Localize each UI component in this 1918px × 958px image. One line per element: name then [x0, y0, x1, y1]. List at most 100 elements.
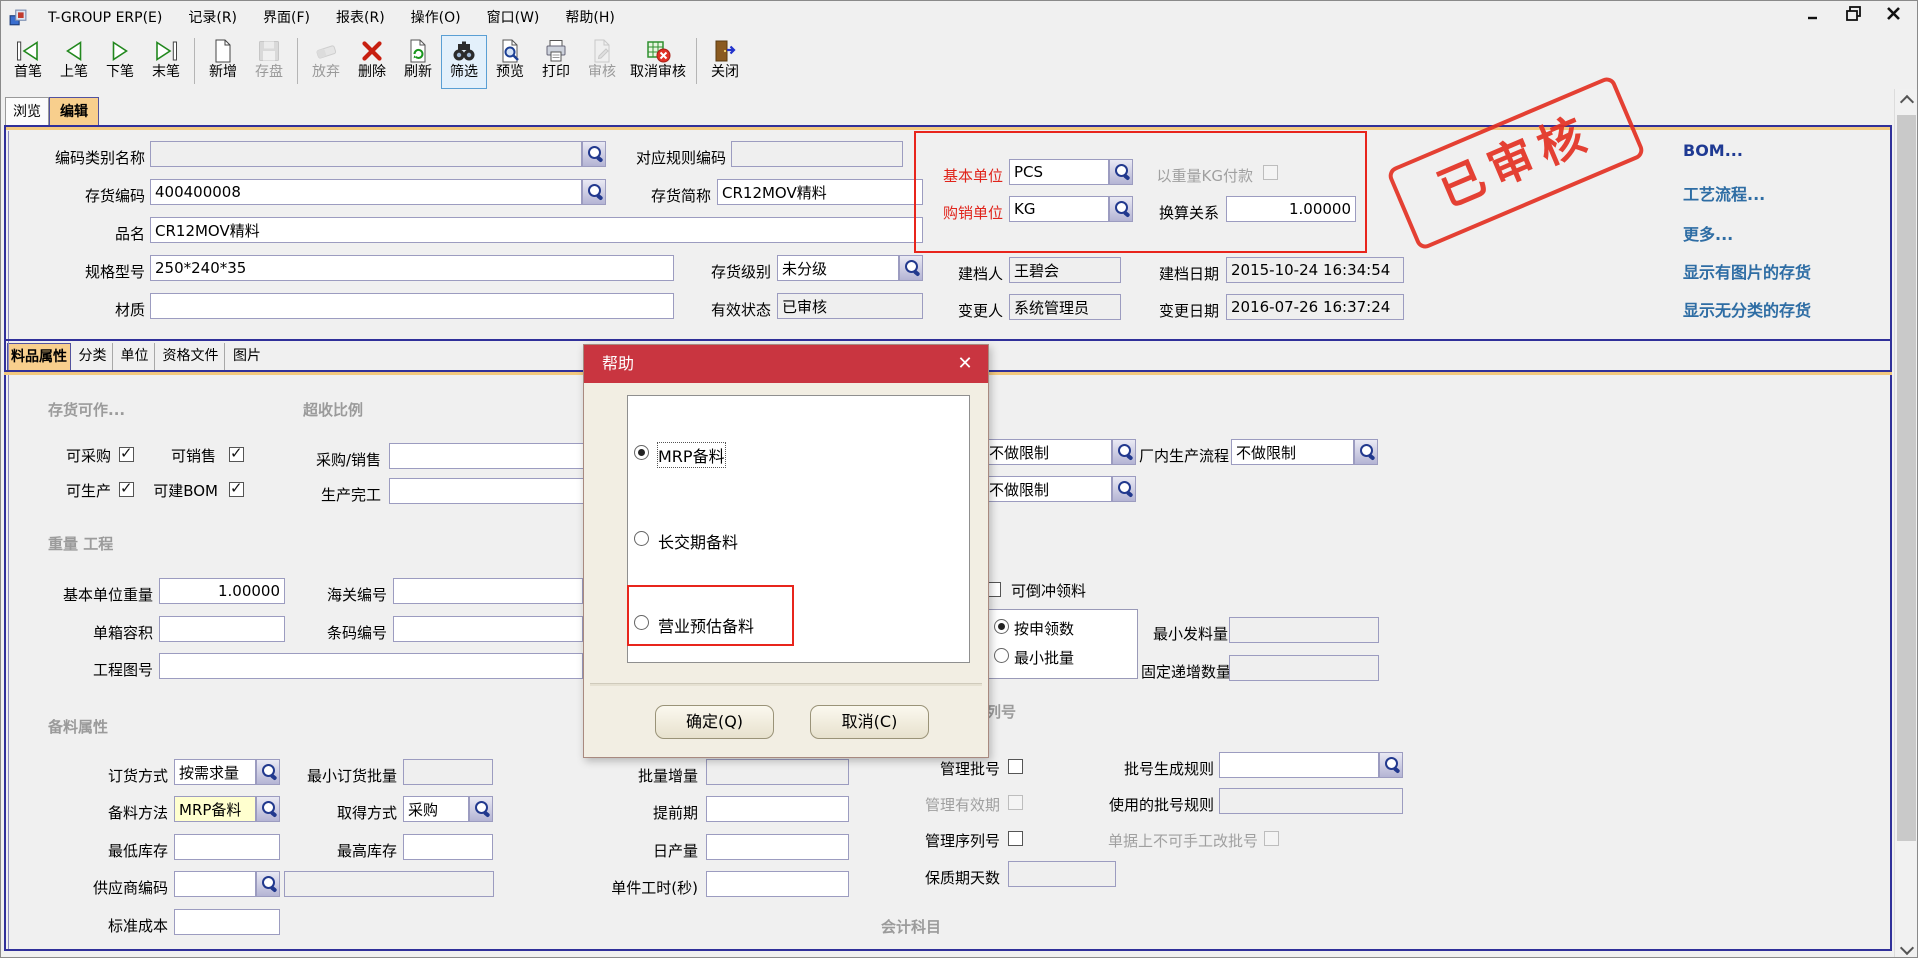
item-short-input[interactable]: [717, 179, 923, 205]
preview-button[interactable]: 预览: [487, 35, 533, 89]
menu-help[interactable]: 帮助(H): [552, 1, 627, 35]
subtab-item-attributes[interactable]: 料品属性: [7, 343, 71, 370]
link-bom[interactable]: BOM...: [1683, 141, 1743, 160]
max-stock-input[interactable]: [403, 834, 493, 860]
over-purchase-sale-input[interactable]: [389, 443, 584, 469]
unit-hours-input[interactable]: [706, 871, 849, 897]
acquire-way-label: 取得方式: [329, 802, 397, 823]
new-button[interactable]: 新增: [200, 35, 246, 89]
close-button[interactable]: 关闭: [702, 35, 748, 89]
drawing-no-input[interactable]: [159, 653, 583, 679]
min-stock-input[interactable]: [174, 834, 280, 860]
subtab-unit[interactable]: 单位: [115, 343, 155, 370]
base-weight-input[interactable]: [159, 578, 285, 604]
print-button[interactable]: 打印: [533, 35, 579, 89]
factory-flow-lookup-icon[interactable]: [1354, 439, 1378, 465]
prev-record-button[interactable]: 上笔: [51, 35, 97, 89]
menu-report[interactable]: 报表(R): [323, 1, 398, 35]
manage-serial-label: 管理序列号: [921, 830, 1000, 851]
minimize-icon[interactable]: [1805, 5, 1823, 23]
std-cost-input[interactable]: [174, 909, 280, 935]
menu-app[interactable]: T-GROUP ERP(E): [35, 1, 175, 35]
menu-record[interactable]: 记录(R): [175, 1, 250, 35]
dialog-option-long-lead-label[interactable]: 长交期备料: [658, 529, 738, 553]
prep-method-input[interactable]: [174, 796, 256, 822]
code-category-lookup-icon[interactable]: [582, 141, 606, 167]
first-record-button[interactable]: 首笔: [5, 35, 51, 89]
sellable-label: 可销售: [164, 445, 216, 466]
material-input[interactable]: [150, 293, 674, 319]
dialog-option-mrp-label[interactable]: MRP备料: [658, 443, 725, 467]
prep-method-lookup-icon[interactable]: [256, 796, 280, 822]
order-way-lookup-icon[interactable]: [256, 759, 280, 785]
menu-interface[interactable]: 界面(F): [250, 1, 323, 35]
min-batch-radio[interactable]: [994, 648, 1009, 663]
subtab-image[interactable]: 图片: [227, 343, 267, 370]
sellable-checkbox[interactable]: [229, 447, 244, 462]
link-process-flow[interactable]: 工艺流程...: [1683, 181, 1765, 205]
tab-browse[interactable]: 浏览: [5, 97, 49, 125]
dialog-radio-mrp[interactable]: [634, 445, 649, 460]
supplier-code-input[interactable]: [174, 871, 256, 897]
last-record-button[interactable]: 末笔: [143, 35, 189, 89]
link-show-with-images[interactable]: 显示有图片的存货: [1683, 259, 1811, 283]
lead-time-input[interactable]: [706, 796, 849, 822]
supplier-lookup-icon[interactable]: [256, 871, 280, 897]
daily-output-input[interactable]: [706, 834, 849, 860]
bom-allowed-checkbox[interactable]: [229, 482, 244, 497]
delete-button[interactable]: 删除: [349, 35, 395, 89]
restriction-input-1[interactable]: [984, 439, 1112, 465]
refresh-button[interactable]: 刷新: [395, 35, 441, 89]
cancel-audit-button[interactable]: 取消审核: [625, 35, 691, 89]
subtab-qualification[interactable]: 资格文件: [157, 343, 225, 370]
manage-serial-checkbox[interactable]: [1008, 831, 1023, 846]
manage-batch-checkbox[interactable]: [1008, 759, 1023, 774]
issue-by-request-radio[interactable]: [994, 619, 1009, 634]
dialog-cancel-button[interactable]: 取消(C): [810, 705, 929, 739]
batch-rule-lookup-icon[interactable]: [1379, 752, 1403, 778]
dialog-ok-button[interactable]: 确定(Q): [655, 705, 774, 739]
link-show-unclassified[interactable]: 显示无分类的存货: [1683, 297, 1811, 321]
factory-flow-input[interactable]: [1231, 439, 1354, 465]
min-stock-label: 最低库存: [104, 840, 168, 861]
item-code-input[interactable]: [150, 179, 582, 205]
nav-prev-icon: [61, 38, 87, 64]
restriction-input-2[interactable]: [984, 476, 1112, 502]
purchasable-checkbox[interactable]: [119, 447, 134, 462]
tab-edit[interactable]: 编辑: [49, 97, 99, 125]
restore-icon[interactable]: [1845, 5, 1863, 23]
menu-operate[interactable]: 操作(O): [398, 1, 474, 35]
link-more[interactable]: 更多...: [1683, 221, 1733, 245]
batch-rule-input[interactable]: [1219, 752, 1379, 778]
barcode-input[interactable]: [393, 616, 583, 642]
filter-button[interactable]: 筛选: [441, 35, 487, 89]
new-document-icon: [210, 38, 236, 64]
shelf-days-label: 保质期天数: [921, 867, 1000, 888]
producible-checkbox[interactable]: [119, 482, 134, 497]
scroll-down-icon[interactable]: [1895, 939, 1918, 958]
box-volume-input[interactable]: [159, 616, 285, 642]
discard-button: 放弃: [303, 35, 349, 89]
dialog-radio-long-lead[interactable]: [634, 531, 649, 546]
scroll-up-icon[interactable]: [1895, 89, 1918, 109]
acquire-way-lookup-icon[interactable]: [469, 796, 493, 822]
level-lookup-icon[interactable]: [899, 255, 923, 281]
close-window-icon[interactable]: [1885, 5, 1903, 23]
restriction-lookup-icon-1[interactable]: [1112, 439, 1136, 465]
scrollbar-thumb[interactable]: [1897, 115, 1916, 841]
customs-code-input[interactable]: [393, 578, 583, 604]
spec-input[interactable]: [150, 255, 674, 281]
level-input[interactable]: [777, 255, 899, 281]
dialog-close-icon[interactable]: ✕: [954, 353, 976, 375]
item-code-lookup-icon[interactable]: [582, 179, 606, 205]
acquire-way-input[interactable]: [403, 796, 469, 822]
order-way-input[interactable]: [174, 759, 256, 785]
restriction-lookup-icon-2[interactable]: [1112, 476, 1136, 502]
base-weight-label: 基本单位重量: [58, 584, 153, 605]
item-name-input[interactable]: [150, 217, 923, 243]
next-record-button[interactable]: 下笔: [97, 35, 143, 89]
menu-window[interactable]: 窗口(W): [474, 1, 553, 35]
nav-first-icon: [15, 38, 41, 64]
over-production-input[interactable]: [389, 478, 584, 504]
subtab-category[interactable]: 分类: [73, 343, 113, 370]
